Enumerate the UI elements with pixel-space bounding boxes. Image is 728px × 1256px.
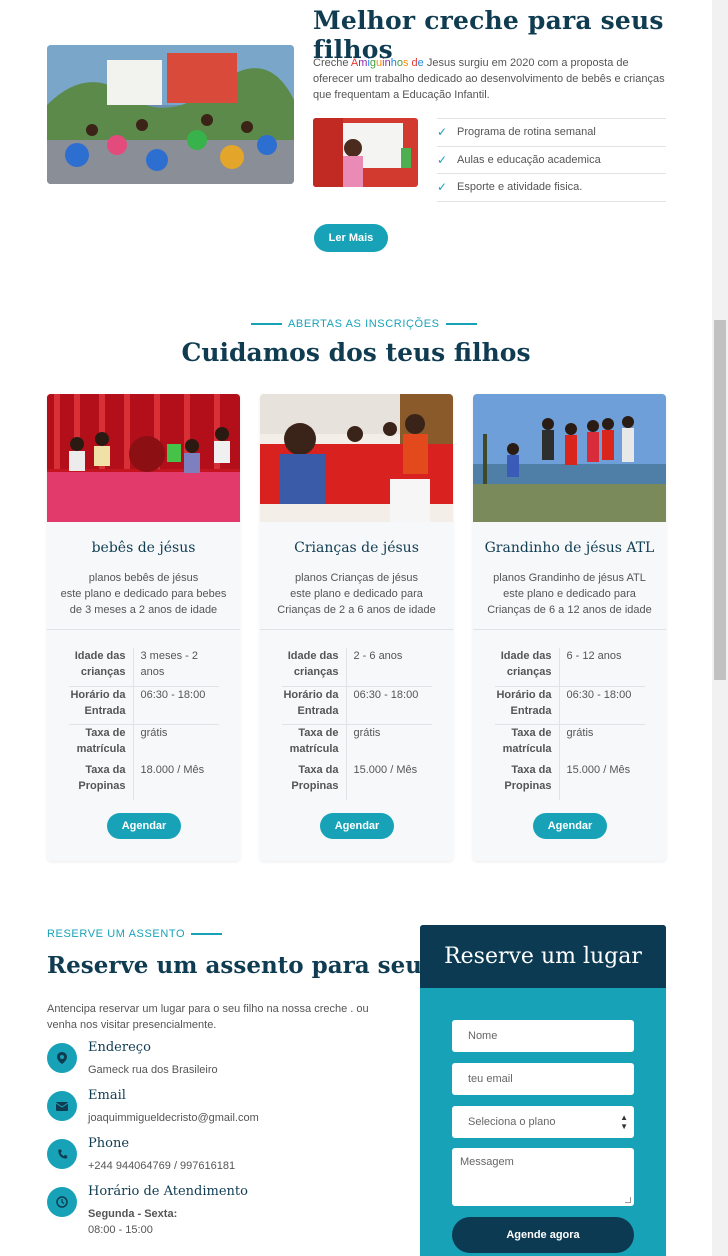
contact-value[interactable]: joaquimmigueldecristo@gmail.com bbox=[88, 1110, 259, 1126]
plan-card-photo bbox=[260, 394, 453, 522]
about-description: Creche Amiguinhos de Jesus surgiu em 202… bbox=[313, 57, 665, 101]
plan-description: planos Grandinho de jésus ATL este plano… bbox=[487, 572, 652, 616]
contact-address: Endereço Gameck rua dos Brasileiro bbox=[47, 1040, 407, 1084]
contact-value[interactable]: +244 944064769 / 997616181 bbox=[88, 1158, 235, 1174]
contact-phone: Phone +244 944064769 / 997616181 bbox=[47, 1136, 407, 1180]
contact-label: Horário de Atendimento bbox=[88, 1184, 248, 1199]
plan-description: planos bebês de jésus este plano e dedic… bbox=[60, 572, 227, 616]
divider bbox=[47, 629, 240, 630]
plan-details-table: Idade das crianças 2 - 6 anos Horário da … bbox=[282, 648, 432, 800]
resize-grip-icon[interactable] bbox=[625, 1197, 631, 1203]
select-arrows-icon: ▲ ▼ bbox=[620, 1113, 628, 1131]
plan-details-table: Idade das crianças 6 - 12 anos Horário da… bbox=[495, 648, 645, 800]
plan-description: planos Crianças de jésus este plano e de… bbox=[277, 572, 436, 616]
tag-line bbox=[251, 323, 282, 325]
contact-label: Endereço bbox=[88, 1040, 151, 1055]
agendar-button[interactable]: Agendar bbox=[107, 813, 181, 839]
plan-card: bebês de jésus planos bebês de jésus est… bbox=[47, 394, 240, 861]
read-more-button[interactable]: Ler Mais bbox=[314, 224, 388, 252]
divider bbox=[473, 629, 666, 630]
agendar-button[interactable]: Agendar bbox=[533, 813, 607, 839]
envelope-icon bbox=[47, 1091, 77, 1121]
plan-card-photo bbox=[473, 394, 666, 522]
reserve-description: Antencipa reservar um lugar para o seu f… bbox=[47, 1003, 369, 1031]
check-icon: ✓ bbox=[437, 152, 448, 167]
plan-select[interactable]: Seleciona o plano ▲ ▼ bbox=[452, 1106, 634, 1138]
plan-title: Crianças de jésus bbox=[294, 540, 419, 556]
plan-details-table: Idade das crianças 3 meses - 2 anos Horár… bbox=[69, 648, 219, 800]
plan-card: Crianças de jésus planos Crianças de jés… bbox=[260, 394, 453, 861]
tag-line bbox=[191, 933, 223, 935]
contact-value: Gameck rua dos Brasileiro bbox=[88, 1064, 218, 1076]
plan-card-photo bbox=[47, 394, 240, 522]
reservation-form: Reserve um lugar Nome teu email Selecion… bbox=[420, 925, 666, 1256]
page-scrollbar[interactable] bbox=[712, 0, 728, 1256]
reserve-tag-label: RESERVE UM ASSENTO bbox=[47, 928, 186, 940]
services-title: Cuidamos dos teus filhos bbox=[181, 338, 531, 367]
plan-select-value: Seleciona o plano bbox=[468, 1116, 556, 1128]
submit-button[interactable]: Agende agora bbox=[452, 1217, 634, 1253]
plan-card: Grandinho de jésus ATL planos Grandinho … bbox=[473, 394, 666, 861]
divider bbox=[260, 629, 453, 630]
map-pin-icon bbox=[47, 1043, 77, 1073]
contact-label: Phone bbox=[88, 1136, 130, 1151]
check-icon: ✓ bbox=[437, 180, 448, 195]
scrollbar-thumb[interactable] bbox=[714, 320, 726, 680]
agendar-button[interactable]: Agendar bbox=[320, 813, 394, 839]
message-placeholder: Messagem bbox=[460, 1156, 514, 1168]
clock-icon bbox=[47, 1187, 77, 1217]
child-whiteboard-photo bbox=[313, 118, 418, 187]
services-tag-label: ABERTAS AS INSCRIÇÕES bbox=[288, 318, 440, 330]
feature-item: ✓ Esporte e atividade fisica. bbox=[437, 174, 666, 202]
name-input[interactable]: Nome bbox=[452, 1020, 634, 1052]
tag-line bbox=[445, 323, 477, 325]
message-textarea[interactable]: Messagem bbox=[452, 1148, 634, 1206]
form-title: Reserve um lugar bbox=[420, 925, 666, 988]
reserve-tag: RESERVE UM ASSENTO bbox=[47, 928, 228, 940]
brand-name: Amiguinhos de bbox=[351, 57, 424, 69]
feature-item: ✓ Aulas e educação academica bbox=[437, 147, 666, 175]
contact-hours: Horário de Atendimento Segunda - Sexta: … bbox=[47, 1184, 407, 1244]
services-tag: ABERTAS AS INSCRIÇÕES bbox=[245, 318, 483, 330]
check-icon: ✓ bbox=[437, 125, 448, 140]
classroom-photo bbox=[47, 45, 294, 184]
plan-title: bebês de jésus bbox=[91, 540, 196, 556]
contact-value: Segunda - Sexta: 08:00 - 15:00 bbox=[88, 1208, 178, 1236]
email-input[interactable]: teu email bbox=[452, 1063, 634, 1095]
feature-list: ✓ Programa de rotina semanal ✓ Aulas e edu… bbox=[437, 118, 666, 202]
plan-title: Grandinho de jésus ATL bbox=[484, 540, 655, 556]
contact-label: Email bbox=[88, 1088, 126, 1103]
contact-email: Email joaquimmigueldecristo@gmail.com bbox=[47, 1088, 407, 1132]
feature-item: ✓ Programa de rotina semanal bbox=[437, 119, 666, 147]
phone-icon bbox=[47, 1139, 77, 1169]
